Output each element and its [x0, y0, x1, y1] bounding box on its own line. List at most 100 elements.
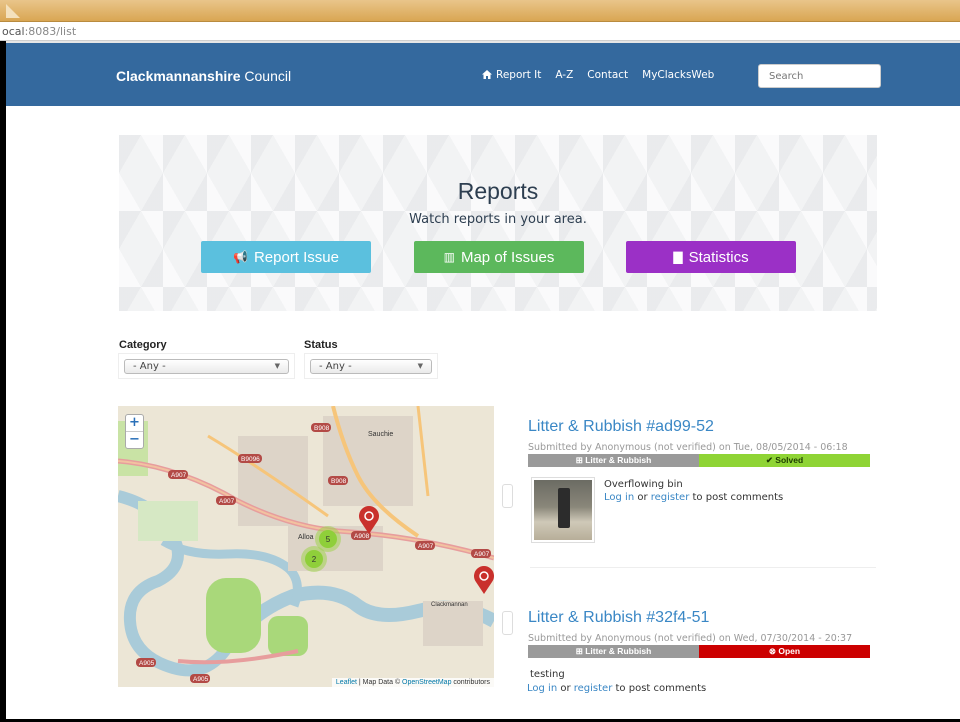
register-link[interactable]: register [651, 492, 690, 503]
zoom-out-button[interactable]: − [126, 432, 143, 449]
nav-myclacksweb[interactable]: MyClacksWeb [642, 69, 714, 81]
brand-bold: Clackmannanshire [116, 68, 241, 84]
road-label: A908 [354, 533, 370, 540]
status-badge: ⊗ Open [699, 645, 870, 658]
search-input[interactable] [758, 64, 881, 88]
report-meta: Submitted by Anonymous (not verified) on… [528, 442, 848, 453]
report-thumbnail[interactable] [531, 477, 595, 543]
road-label: A907 [474, 551, 490, 558]
post-comments-text: to post comments [612, 683, 707, 694]
status-filter: - Any - ▼ [304, 353, 438, 379]
report-body: testing [530, 669, 565, 680]
map-of-issues-label: Map of Issues [460, 248, 555, 266]
report-title-link[interactable]: Litter & Rubbish #32f4-51 [528, 609, 878, 627]
or-text: or [634, 492, 651, 503]
report-item: Litter & Rubbish #ad99-52 Submitted by A… [528, 418, 878, 467]
megaphone-icon: 📢 [233, 250, 248, 264]
post-comments-text: to post comments [689, 492, 784, 503]
place-label: Sauchie [368, 431, 393, 438]
comment-prompt: Log in or register to post comments [604, 492, 783, 503]
place-label: Alloa [298, 534, 314, 541]
url-host: ocal [2, 25, 25, 38]
status-badge-label: Open [778, 646, 801, 656]
login-link[interactable]: Log in [604, 492, 634, 503]
browser-titlebar [0, 0, 960, 22]
category-badge: ⊞ Litter & Rubbish [528, 454, 699, 467]
road-label: B908 [314, 425, 330, 432]
reports-hero: Reports Watch reports in your area. 📢 Rep… [119, 135, 877, 311]
attribution-end: contributors [451, 679, 490, 686]
status-select-value: - Any - [319, 361, 352, 372]
road-label: A907 [219, 498, 235, 505]
report-toggle-handle[interactable] [502, 611, 513, 635]
nav-report-it-label: Report It [496, 69, 542, 81]
category-badge: ⊞ Litter & Rubbish [528, 645, 699, 658]
tab-corner-icon [6, 4, 20, 18]
map-of-issues-button[interactable]: ▥ Map of Issues [414, 241, 584, 273]
report-meta: Submitted by Anonymous (not verified) on… [528, 633, 853, 644]
report-issue-label: Report Issue [253, 248, 339, 266]
zoom-in-button[interactable]: + [126, 415, 143, 432]
report-tags: ⊞ Litter & Rubbish ✔ Solved [528, 454, 878, 467]
brand-rest: Council [240, 68, 292, 84]
statistics-label: Statistics [688, 248, 749, 266]
category-filter: - Any - ▼ [118, 353, 295, 379]
statistics-button[interactable]: ▇ Statistics [626, 241, 796, 273]
place-label: Clackmannan [431, 602, 468, 608]
chevron-down-icon: ▼ [417, 362, 423, 370]
divider [530, 567, 876, 568]
report-description: Overflowing bin [604, 479, 683, 490]
category-label: Category [119, 339, 167, 351]
road-label: B908 [331, 478, 347, 485]
category-badge-label: Litter & Rubbish [585, 646, 652, 656]
chevron-down-icon: ▼ [274, 362, 280, 370]
road-label: A905 [193, 676, 209, 683]
category-select[interactable]: - Any - ▼ [124, 359, 289, 374]
road-label: A907 [171, 472, 187, 479]
report-issue-button[interactable]: 📢 Report Issue [201, 241, 371, 273]
site-brand[interactable]: Clackmannanshire Council [116, 68, 291, 84]
osm-link[interactable]: OpenStreetMap [402, 679, 451, 686]
attribution-text: | Map Data © [356, 679, 403, 686]
map-tiles: B908 B9096 A907 A907 B908 A908 A907 A907… [118, 406, 494, 687]
url-path: :8083/list [24, 25, 77, 38]
bin-shape [558, 488, 570, 528]
nav-a-z[interactable]: A-Z [555, 69, 573, 81]
road-label: A905 [139, 660, 155, 667]
report-list: Litter & Rubbish #ad99-52 Submitted by A… [528, 418, 878, 467]
report-toggle-handle[interactable] [502, 484, 513, 508]
home-icon [482, 70, 492, 79]
page-title: Reports [457, 178, 539, 204]
status-badge: ✔ Solved [699, 454, 870, 467]
cluster-count: 2 [312, 555, 317, 564]
issues-map[interactable]: B908 B9096 A907 A907 B908 A908 A907 A907… [118, 406, 494, 687]
cluster-count: 5 [326, 535, 331, 544]
zoom-control: + − [125, 414, 144, 449]
leaflet-link[interactable]: Leaflet [336, 679, 357, 686]
comment-prompt: Log in or register to post comments [527, 683, 706, 694]
map-icon: ▥ [443, 250, 455, 264]
category-select-value: - Any - [133, 361, 166, 372]
page-subtitle: Watch reports in your area. [409, 212, 587, 227]
road-label: A907 [418, 543, 434, 550]
address-bar[interactable]: ocal:8083/list [0, 22, 960, 41]
report-tags: ⊞ Litter & Rubbish ⊗ Open [528, 645, 878, 658]
bar-chart-icon: ▇ [673, 250, 683, 264]
bin-photo [534, 480, 592, 540]
nav-links: Report It A-Z Contact MyClacksWeb [482, 69, 714, 81]
status-select[interactable]: - Any - ▼ [310, 359, 432, 374]
nav-report-it[interactable]: Report It [482, 69, 541, 81]
report-description: testing [530, 669, 565, 680]
nav-contact[interactable]: Contact [587, 69, 628, 81]
report-title-link[interactable]: Litter & Rubbish #ad99-52 [528, 418, 878, 436]
report-item: Litter & Rubbish #32f4-51 Submitted by A… [528, 609, 878, 658]
report-list-2: Litter & Rubbish #32f4-51 Submitted by A… [528, 609, 878, 658]
login-link[interactable]: Log in [527, 683, 557, 694]
map-attribution: Leaflet | Map Data © OpenStreetMap contr… [331, 678, 494, 687]
status-label: Status [304, 339, 338, 351]
road-label: B9096 [241, 456, 260, 463]
or-text: or [557, 683, 574, 694]
register-link[interactable]: register [574, 683, 613, 694]
category-badge-label: Litter & Rubbish [585, 455, 652, 465]
site-navbar: Clackmannanshire Council Report It A-Z C… [6, 43, 960, 106]
